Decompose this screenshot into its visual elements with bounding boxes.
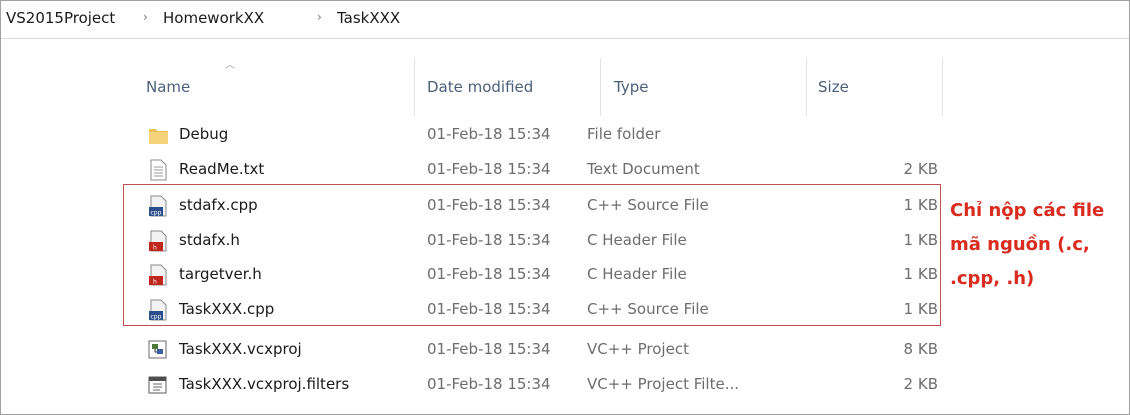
file-size: 8 KB [903, 340, 938, 358]
text-file-icon [148, 159, 168, 181]
folder-icon [148, 124, 168, 146]
file-row-taskxxx-vcxproj[interactable]: TaskXXX.vcxproj 01-Feb-18 15:34 VC++ Pro… [140, 333, 940, 367]
breadcrumb-item-vs2015project[interactable]: VS2015Project [6, 9, 115, 27]
file-size: 2 KB [903, 375, 938, 393]
file-row-debug[interactable]: Debug 01-Feb-18 15:34 File folder [140, 118, 940, 152]
annotation-line: Chỉ nộp các file [950, 200, 1105, 221]
file-type: File folder [587, 125, 661, 143]
source-files-highlight-box [123, 184, 941, 326]
column-divider[interactable] [600, 58, 601, 116]
breadcrumb-separator-icon[interactable]: › [317, 10, 322, 24]
breadcrumb-separator-icon[interactable]: › [143, 10, 148, 24]
filters-file-icon [148, 374, 168, 396]
file-name: TaskXXX.vcxproj [179, 340, 302, 358]
column-divider[interactable] [806, 58, 807, 116]
file-date: 01-Feb-18 15:34 [427, 340, 551, 358]
file-date: 01-Feb-18 15:34 [427, 375, 551, 393]
file-name: TaskXXX.vcxproj.filters [179, 375, 350, 393]
file-type: VC++ Project Filte... [587, 375, 740, 393]
column-header-size[interactable]: Size [818, 78, 849, 96]
breadcrumb-item-homeworkxx[interactable]: HomeworkXX [163, 9, 264, 27]
column-header-type[interactable]: Type [614, 78, 648, 96]
file-name: Debug [179, 125, 229, 143]
column-divider[interactable] [942, 58, 943, 116]
address-bar[interactable]: VS2015Project › HomeworkXX › TaskXXX [1, 1, 1129, 39]
vcxproj-file-icon [148, 339, 168, 361]
file-name: ReadMe.txt [179, 160, 265, 178]
annotation-line: mã nguồn (.c, [950, 234, 1090, 255]
column-header-name[interactable]: Name [146, 78, 190, 96]
file-row-taskxxx-vcxproj-filters[interactable]: TaskXXX.vcxproj.filters 01-Feb-18 15:34 … [140, 368, 940, 402]
file-date: 01-Feb-18 15:34 [427, 125, 551, 143]
file-type: VC++ Project [587, 340, 689, 358]
sort-ascending-icon: ︿ [225, 60, 235, 71]
breadcrumb-item-taskxxx[interactable]: TaskXXX [337, 9, 400, 27]
file-type: Text Document [587, 160, 700, 178]
file-row-readme[interactable]: ReadMe.txt 01-Feb-18 15:34 Text Document… [140, 153, 940, 187]
file-date: 01-Feb-18 15:34 [427, 160, 551, 178]
column-header-date-modified[interactable]: Date modified [427, 78, 533, 96]
annotation-note: Chỉ nộp các file mã nguồn (.c, .cpp, .h) [950, 194, 1130, 296]
file-size: 2 KB [903, 160, 938, 178]
annotation-line: .cpp, .h) [950, 268, 1035, 289]
column-divider[interactable] [414, 58, 415, 116]
